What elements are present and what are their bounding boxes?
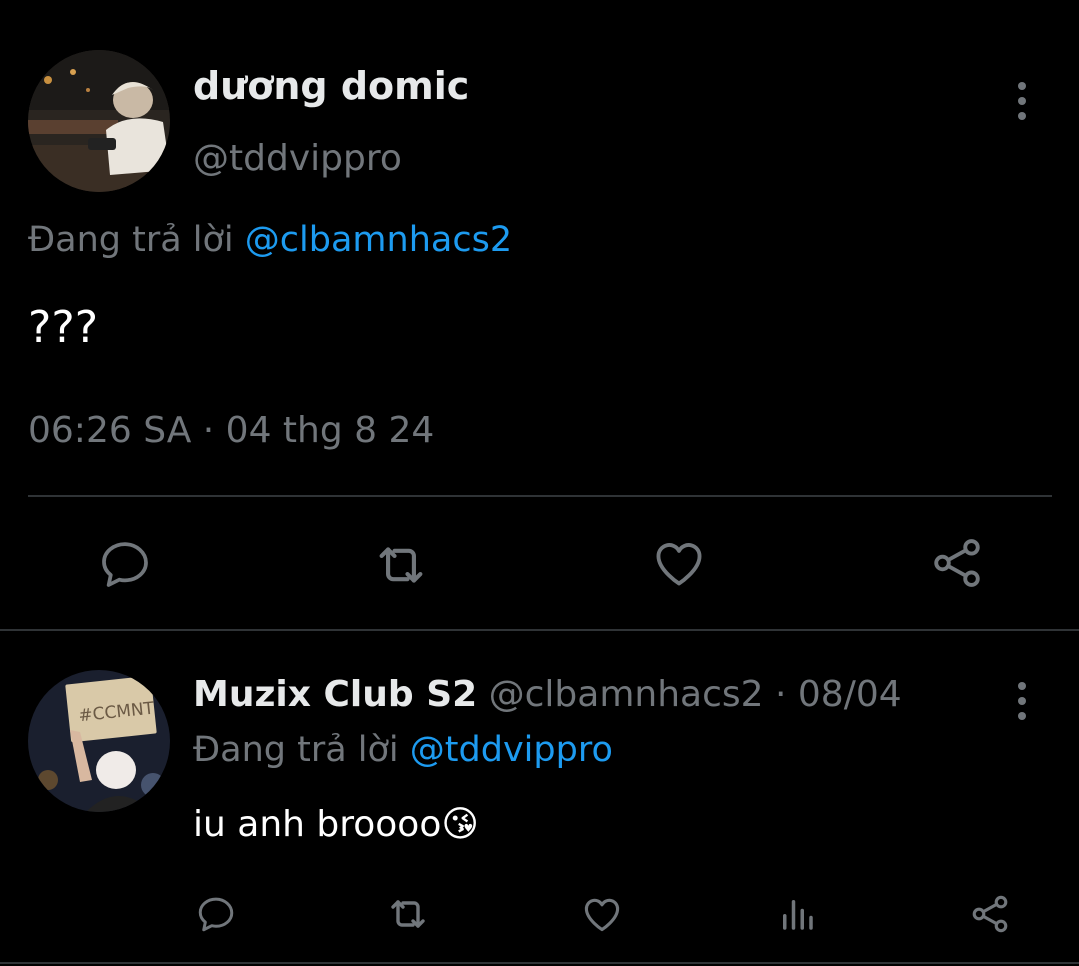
main-like-icon[interactable] bbox=[650, 534, 708, 592]
reply-like-icon[interactable] bbox=[580, 892, 624, 936]
reply-retweet-icon[interactable] bbox=[384, 890, 432, 938]
reply-separator: · bbox=[775, 674, 787, 715]
avatar-photo: #CCMNT bbox=[28, 670, 170, 812]
main-share-icon[interactable] bbox=[928, 534, 986, 592]
reply-tweet-text-row: iu anh broooo😘 bbox=[193, 804, 479, 845]
main-timestamp: 06:26 SA · 04 thg 8 24 bbox=[28, 410, 435, 451]
reply-handle[interactable]: @clbamnhacs2 bbox=[489, 674, 764, 715]
reply-views-icon[interactable] bbox=[776, 893, 818, 935]
reply-prefix: Đang trả lời bbox=[193, 730, 399, 770]
section-divider bbox=[0, 629, 1079, 631]
reply-avatar[interactable]: #CCMNT bbox=[28, 670, 170, 812]
reply-reply-icon[interactable] bbox=[195, 893, 237, 935]
kissing-face-emoji: 😘 bbox=[441, 804, 479, 845]
bottom-divider bbox=[0, 962, 1079, 964]
main-avatar[interactable] bbox=[28, 50, 170, 192]
reply-display-name[interactable]: Muzix Club S2 bbox=[193, 674, 477, 715]
main-more-icon[interactable] bbox=[1016, 82, 1028, 120]
reply-reply-context: Đang trả lời @tddvippro bbox=[193, 730, 613, 770]
reply-tweet-text: iu anh broooo bbox=[193, 804, 442, 845]
reply-date: 08/04 bbox=[797, 674, 902, 715]
reply-to-link[interactable]: @tddvippro bbox=[410, 730, 613, 770]
main-handle[interactable]: @tddvippro bbox=[193, 138, 402, 179]
reply-share-icon[interactable] bbox=[968, 892, 1012, 936]
main-display-name[interactable]: dương domic bbox=[193, 64, 469, 108]
reply-to-link[interactable]: @clbamnhacs2 bbox=[245, 220, 512, 260]
main-reply-icon[interactable] bbox=[97, 536, 153, 592]
reply-prefix: Đang trả lời bbox=[28, 220, 234, 260]
reply-header: Muzix Club S2 @clbamnhacs2 · 08/04 bbox=[193, 674, 902, 715]
avatar-photo bbox=[28, 50, 170, 192]
main-divider bbox=[28, 495, 1052, 497]
reply-more-icon[interactable] bbox=[1016, 682, 1028, 720]
main-reply-context: Đang trả lời @clbamnhacs2 bbox=[28, 220, 512, 260]
main-retweet-icon[interactable] bbox=[370, 534, 432, 596]
main-tweet-text: ??? bbox=[28, 302, 99, 353]
